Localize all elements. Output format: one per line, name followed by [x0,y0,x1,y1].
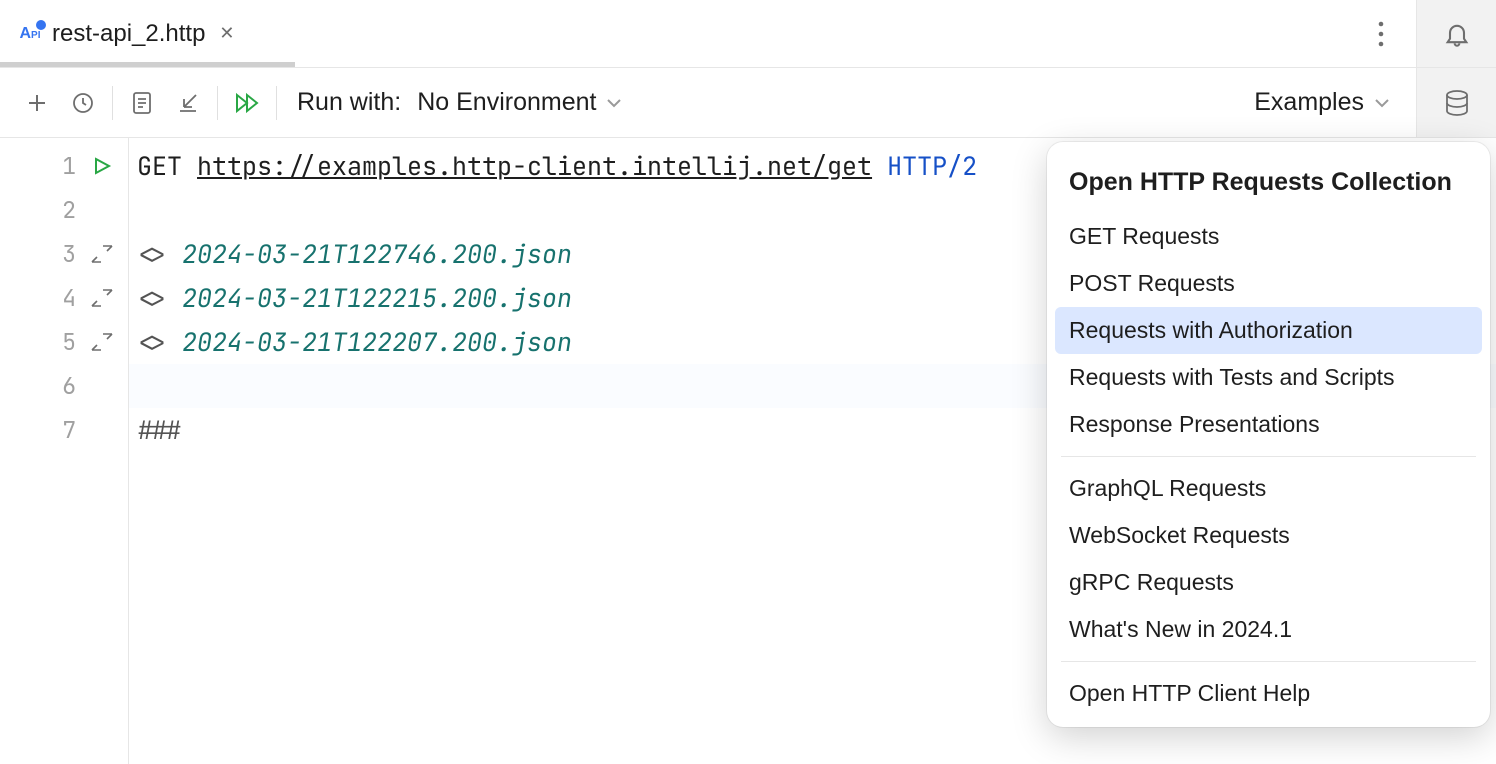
popup-item-highlighted[interactable]: Requests with Authorization [1055,307,1482,354]
response-marker: <> [137,325,167,359]
close-icon[interactable]: ✕ [215,23,238,44]
request-url: https://examples.http-client.intellij.ne… [197,149,872,183]
popup-item[interactable]: What's New in 2024.1 [1047,606,1490,653]
http-method: GET [137,149,182,183]
popup-separator [1061,456,1476,457]
popup-separator [1061,661,1476,662]
environment-value: No Environment [417,88,596,117]
separator [276,86,277,120]
response-marker: <> [137,237,167,271]
diff-icon[interactable] [86,326,118,358]
response-file[interactable]: 2024-03-21T122215.200.json [182,281,572,315]
response-file[interactable]: 2024-03-21T122746.200.json [182,237,572,271]
api-file-icon: API [18,22,42,46]
chevron-down-icon [1374,98,1390,108]
popup-item[interactable]: Requests with Tests and Scripts [1047,354,1490,401]
http-version: HTTP/2 [887,149,977,183]
file-tab[interactable]: API rest-api_2.http ✕ [0,0,257,67]
line-number: 2 [46,195,76,225]
line-number: 7 [46,415,76,445]
line-number: 5 [46,327,76,357]
popup-item[interactable]: WebSocket Requests [1047,512,1490,559]
diff-icon[interactable] [86,238,118,270]
environment-select[interactable]: No Environment [417,88,622,117]
add-button[interactable] [14,80,60,126]
diff-icon[interactable] [86,282,118,314]
editor-toolbar: Run with: No Environment Examples [0,68,1496,138]
line-number: 4 [46,283,76,313]
tab-filename: rest-api_2.http [52,20,205,48]
line-number: 6 [46,371,76,401]
popup-title: Open HTTP Requests Collection [1047,156,1490,213]
separator [112,86,113,120]
popup-item[interactable]: Response Presentations [1047,401,1490,448]
examples-label: Examples [1254,88,1364,117]
tab-progress-bar [0,62,295,67]
chevron-down-icon [606,98,622,108]
response-marker: <> [137,281,167,315]
popup-item[interactable]: gRPC Requests [1047,559,1490,606]
examples-popup: Open HTTP Requests Collection GET Reques… [1047,142,1490,727]
popup-item[interactable]: GET Requests [1047,213,1490,260]
import-icon[interactable] [165,80,211,126]
database-icon[interactable] [1416,68,1496,137]
examples-dropdown[interactable]: Examples [1254,88,1390,117]
line-number: 3 [46,239,76,269]
gutter: 1 2 3 4 5 6 7 [0,138,128,764]
run-with-label: Run with: [297,88,401,117]
popup-item[interactable]: GraphQL Requests [1047,465,1490,512]
tab-bar: API rest-api_2.http ✕ [0,0,1496,68]
run-icon[interactable] [86,150,118,182]
history-icon[interactable] [60,80,106,126]
line-number: 1 [46,151,76,181]
notifications-icon[interactable] [1416,0,1496,67]
run-all-icon[interactable] [224,80,270,126]
separator [217,86,218,120]
popup-item[interactable]: Open HTTP Client Help [1047,670,1490,717]
popup-item[interactable]: POST Requests [1047,260,1490,307]
response-file[interactable]: 2024-03-21T122207.200.json [182,325,572,359]
scratch-icon[interactable] [119,80,165,126]
kebab-menu-icon[interactable] [1346,0,1416,67]
request-separator: ### [137,413,182,447]
